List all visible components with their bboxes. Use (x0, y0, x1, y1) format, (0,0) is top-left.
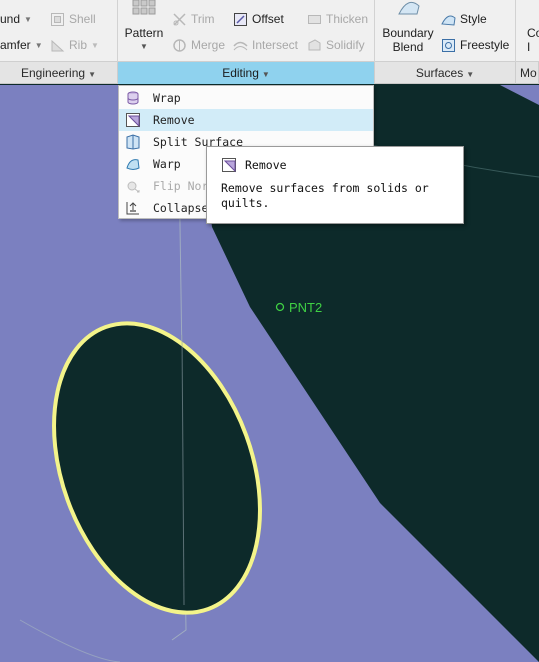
tooltip-header: Remove (221, 157, 449, 173)
rib-tool[interactable]: Rib ▼ (50, 35, 99, 55)
chevron-down-icon: ▼ (466, 70, 475, 79)
group-model[interactable]: Mo (516, 62, 539, 84)
menu-item-remove[interactable]: Remove (119, 109, 373, 131)
intersect-label: Intersect (252, 38, 299, 52)
group-editing-label: Editing (222, 66, 259, 80)
group-engineering[interactable]: Engineering ▼ (0, 62, 118, 84)
tooltip-title: Remove (245, 158, 287, 172)
menu-item-label: Collapse (153, 201, 209, 215)
offset-label: Offset (252, 12, 284, 26)
chevron-down-icon: ▼ (88, 70, 96, 79)
group-separator (117, 0, 118, 62)
menu-item-label: Remove (153, 113, 195, 127)
solidify-label: Solidify (326, 38, 365, 52)
group-editing[interactable]: Editing ▼ (118, 62, 375, 84)
offset-icon (233, 12, 248, 27)
collapse-icon (125, 200, 141, 216)
tooltip-description: Remove surfaces from solids or quilts. (221, 181, 429, 210)
split-surface-icon (125, 134, 141, 150)
trim-icon (172, 12, 187, 27)
menu-item-wrap[interactable]: Wrap (119, 87, 373, 109)
chamfer-label: amfer (0, 38, 31, 52)
merge-label: Merge (191, 38, 226, 52)
thicken-tool[interactable]: Thicken (307, 9, 368, 29)
remove-tooltip: Remove Remove surfaces from solids or qu… (206, 146, 464, 224)
model-tool-label-1: Co (527, 26, 539, 40)
pattern-icon (129, 0, 159, 16)
group-model-label: Mo (520, 66, 537, 80)
ribbon-group-bar: Engineering ▼ Editing ▼ Surfaces ▼ Mo (0, 62, 539, 84)
group-engineering-label: Engineering (21, 66, 86, 80)
menu-item-label: Warp (153, 157, 181, 171)
chevron-down-icon: ▼ (34, 40, 43, 50)
boundary-blend-icon (393, 0, 423, 16)
intersect-icon (233, 38, 248, 53)
trim-label: Trim (191, 12, 215, 26)
round-label: und (0, 12, 21, 26)
pattern-label: Pattern (124, 26, 164, 40)
chevron-down-icon: ▼ (140, 42, 148, 51)
merge-tool[interactable]: Merge (172, 35, 225, 55)
ribbon: und ▼ amfer ▼ Shell Rib ▼ Pattern ▼ Trim (0, 0, 539, 62)
trim-tool[interactable]: Trim (172, 9, 215, 29)
freestyle-tool[interactable]: Freestyle (441, 35, 509, 55)
chevron-down-icon: ▼ (91, 40, 99, 50)
group-surfaces-label: Surfaces (415, 66, 464, 80)
freestyle-label: Freestyle (460, 38, 510, 52)
rib-icon (50, 38, 65, 53)
model-tool-label-2: I (527, 40, 531, 54)
boundary-blend-button[interactable]: Boundary Blend (378, 0, 438, 60)
solidify-icon (307, 38, 322, 53)
chevron-down-icon: ▼ (24, 14, 32, 24)
shell-label: Shell (69, 12, 96, 26)
remove-icon (221, 157, 237, 173)
thicken-icon (307, 12, 322, 27)
chamfer-tool[interactable]: amfer ▼ (0, 35, 43, 55)
menu-item-label: Wrap (153, 91, 181, 105)
flip-normals-icon (125, 178, 141, 194)
menu-item-label: Flip Nor (153, 179, 209, 193)
shell-tool[interactable]: Shell (50, 9, 96, 29)
freestyle-icon (441, 38, 456, 53)
merge-icon (172, 38, 187, 53)
boundary-blend-label-1: Boundary (382, 26, 434, 40)
thicken-label: Thicken (326, 12, 369, 26)
wrap-icon (125, 90, 141, 106)
remove-icon (125, 112, 141, 128)
model-tool-cut[interactable]: Co I (527, 26, 539, 54)
intersect-tool[interactable]: Intersect (233, 35, 298, 55)
group-surfaces[interactable]: Surfaces ▼ (375, 62, 516, 84)
solidify-tool[interactable]: Solidify (307, 35, 365, 55)
datum-point-label: PNT2 (289, 300, 323, 315)
style-icon (441, 12, 456, 27)
shell-icon (50, 12, 65, 27)
group-separator (374, 0, 375, 62)
warp-icon (125, 156, 141, 172)
group-separator (515, 0, 516, 62)
round-tool[interactable]: und ▼ (0, 9, 32, 29)
style-label: Style (460, 12, 487, 26)
pattern-button[interactable]: Pattern ▼ (120, 0, 168, 60)
chevron-down-icon: ▼ (261, 70, 270, 79)
offset-tool[interactable]: Offset (233, 9, 284, 29)
style-tool[interactable]: Style (441, 9, 487, 29)
rib-label: Rib (69, 38, 88, 52)
boundary-blend-label-2: Blend (392, 40, 424, 54)
